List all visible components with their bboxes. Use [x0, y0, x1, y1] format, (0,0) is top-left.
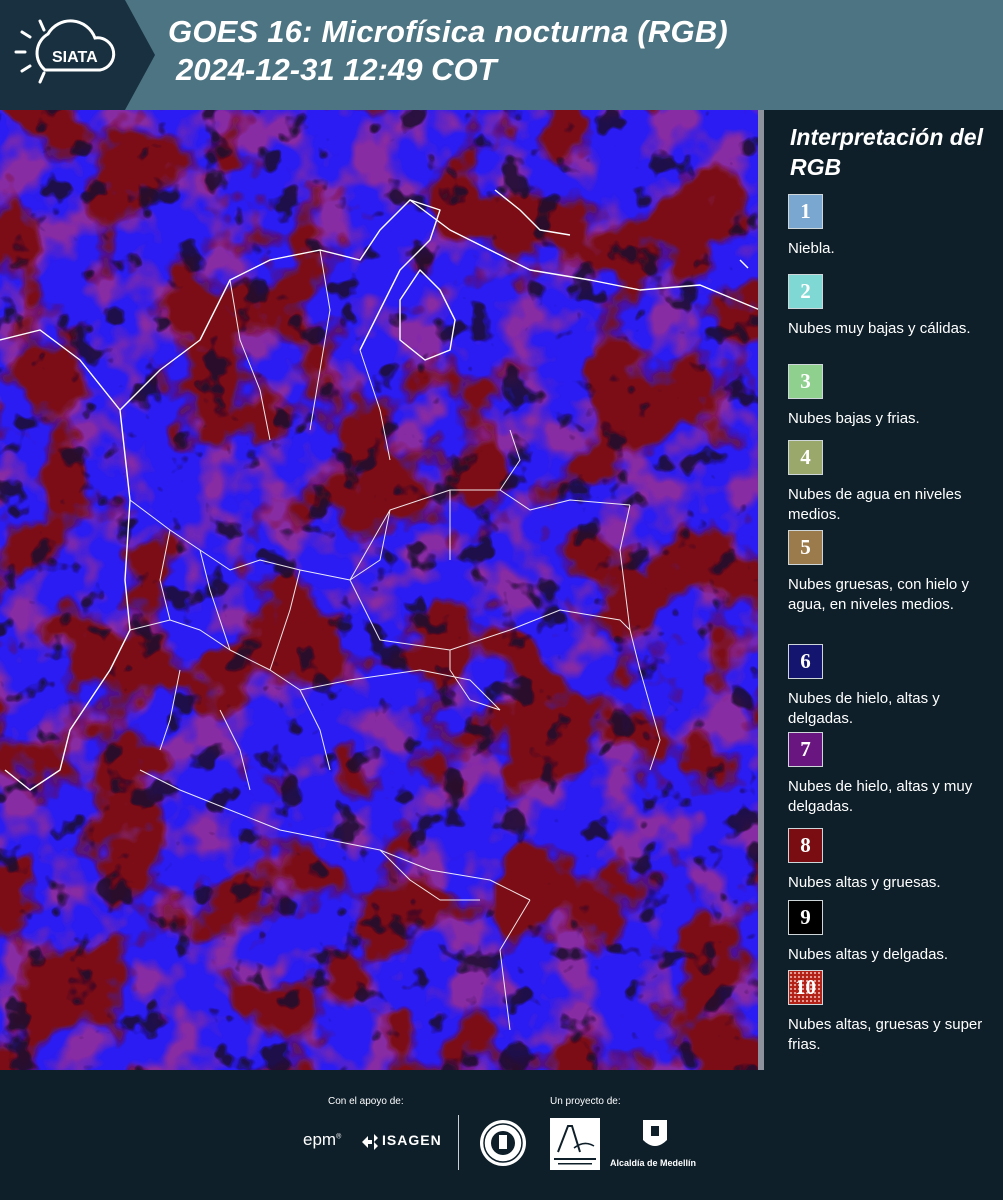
- legend-item: 8 Nubes altas y gruesas.: [788, 828, 998, 893]
- legend-title: Interpretación del RGB: [790, 124, 983, 180]
- legend-description: Nubes bajas y frias.: [788, 410, 920, 427]
- legend-description: Nubes de hielo, altas y muy delgadas.: [788, 778, 973, 815]
- footer: Con el apoyo de: Un proyecto de: epm® IS…: [0, 1070, 1003, 1200]
- legend-description: Nubes altas y gruesas.: [788, 874, 941, 891]
- legend-description: Nubes gruesas, con hielo y agua, en nive…: [788, 576, 969, 613]
- legend-item: 10 Nubes altas, gruesas y super frias.: [788, 970, 998, 1055]
- legend-swatch: 8: [788, 828, 823, 863]
- legend-description: Nubes de hielo, altas y delgadas.: [788, 690, 940, 727]
- legend-swatch: 4: [788, 440, 823, 475]
- satellite-map-image: [0, 110, 760, 1070]
- siata-logo[interactable]: SIATA: [0, 0, 155, 110]
- alcaldia-medellin-logo[interactable]: [640, 1118, 670, 1154]
- page-title: GOES 16: Microfísica nocturna (RGB): [168, 14, 728, 49]
- legend-description: Nubes altas y delgadas.: [788, 946, 949, 963]
- legend-description: Nubes muy bajas y cálidas.: [788, 320, 971, 337]
- legend-item: 1 Niebla.: [788, 194, 998, 259]
- legend-swatch: 2: [788, 274, 823, 309]
- siata-logo-text: SIATA: [52, 49, 98, 66]
- project-label: Un proyecto de:: [550, 1096, 621, 1107]
- legend-description: Nubes de agua en niveles medios.: [788, 486, 962, 523]
- legend-swatch: 10: [788, 970, 823, 1005]
- legend-item: 4 Nubes de agua en niveles medios.: [788, 440, 998, 525]
- epm-logo-text: epm: [303, 1130, 337, 1149]
- support-label: Con el apoyo de:: [328, 1096, 404, 1107]
- legend-item: 2 Nubes muy bajas y cálidas.: [788, 274, 998, 339]
- legend-item: 3 Nubes bajas y frias.: [788, 364, 998, 429]
- legend-description: Nubes altas, gruesas y super frias.: [788, 1016, 983, 1053]
- legend-item: 6 Nubes de hielo, altas y delgadas.: [788, 644, 998, 729]
- header: SIATA GOES 16: Microfísica nocturna (RGB…: [0, 0, 1003, 110]
- isagen-logo-text: ISAGEN: [382, 1132, 442, 1148]
- area-metropolitana-logo[interactable]: [550, 1118, 600, 1170]
- satellite-map[interactable]: [0, 110, 760, 1070]
- footer-divider: [458, 1115, 459, 1170]
- legend-item: 5 Nubes gruesas, con hielo y agua, en niv…: [788, 530, 998, 615]
- alcaldia-label: Alcaldía de Medellín: [610, 1158, 697, 1168]
- epm-logo[interactable]: epm®: [303, 1130, 341, 1150]
- legend-description: Niebla.: [788, 240, 835, 257]
- legend-swatch: 7: [788, 732, 823, 767]
- legend-swatch: 3: [788, 364, 823, 399]
- legend-swatch: 6: [788, 644, 823, 679]
- legend-swatch: 5: [788, 530, 823, 565]
- legend-swatch: 9: [788, 900, 823, 935]
- page-timestamp: 2024-12-31 12:49 COT: [176, 52, 497, 87]
- legend-item: 9 Nubes altas y delgadas.: [788, 900, 998, 965]
- institutional-seal-logo[interactable]: [478, 1118, 528, 1168]
- legend-swatch: 1: [788, 194, 823, 229]
- legend-item: 7 Nubes de hielo, altas y muy delgadas.: [788, 732, 998, 817]
- rgb-legend: Interpretación del RGB 1 Niebla. 2 Nubes mu…: [764, 110, 1003, 1070]
